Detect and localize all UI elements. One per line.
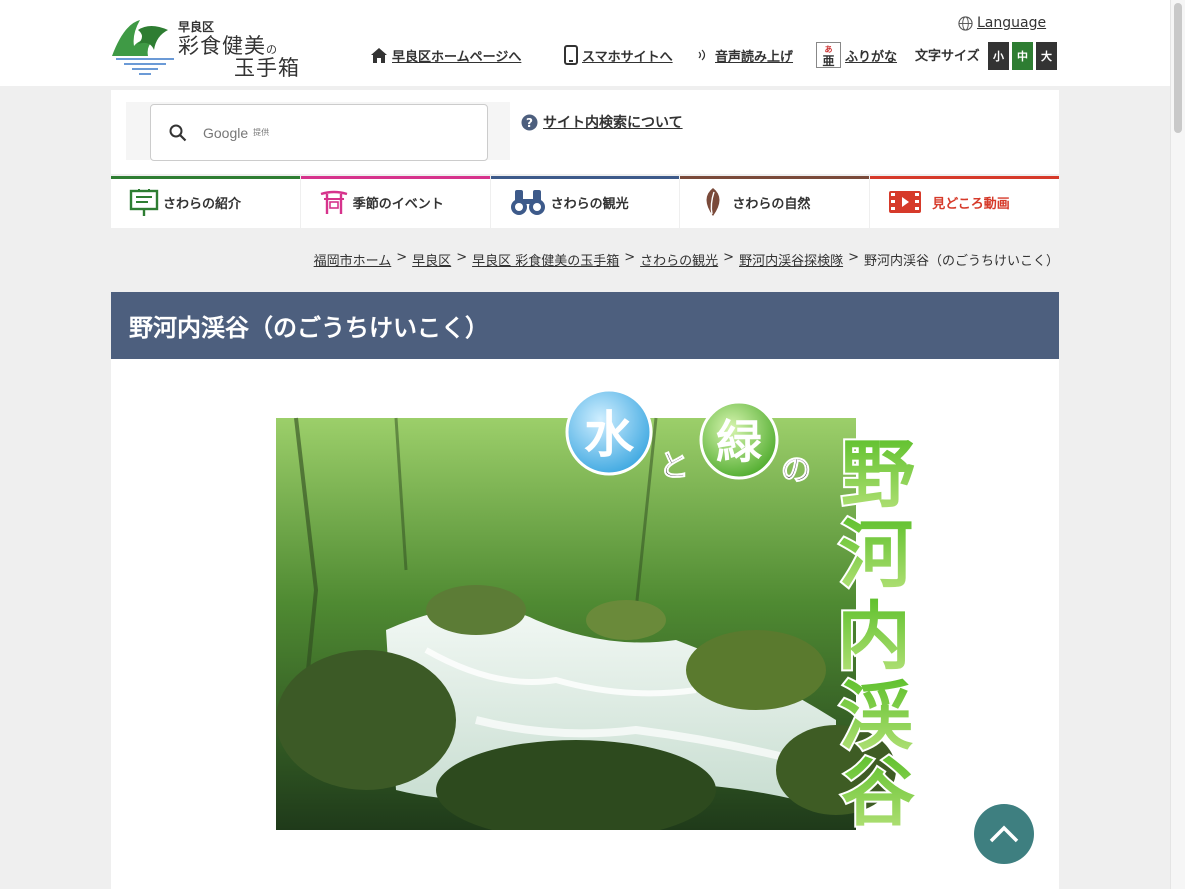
breadcrumb-item[interactable]: 野河内渓谷探検隊 bbox=[739, 250, 843, 269]
global-nav: さわらの紹介 季節のイベント さわらの観光 さわらの自然 見どころ動画 bbox=[111, 176, 1059, 228]
logo-mark-icon bbox=[112, 20, 174, 75]
hero-image: 水 と 緑 の 野 河 内 渓 谷 bbox=[276, 390, 917, 830]
nav-label: 季節のイベント bbox=[352, 196, 444, 212]
breadcrumb-current: 野河内渓谷（のごうちけいこく） bbox=[863, 254, 1059, 269]
nav-bar bbox=[680, 176, 870, 179]
nav-bar bbox=[300, 176, 490, 179]
page-top-button[interactable] bbox=[974, 804, 1034, 864]
home-icon bbox=[371, 47, 387, 63]
furigana-icon: あ 亜 bbox=[816, 42, 841, 68]
hero-name-char: 河 bbox=[839, 512, 913, 598]
breadcrumb-separator: > bbox=[723, 250, 735, 265]
search-provided: 提供 bbox=[253, 128, 270, 137]
font-size-label: 文字サイズ bbox=[915, 49, 980, 64]
search-provider: Google bbox=[203, 124, 249, 141]
signboard-icon bbox=[129, 189, 159, 216]
breadcrumb-item[interactable]: 福岡市ホーム bbox=[314, 250, 392, 269]
nav-bar bbox=[870, 176, 1059, 179]
site-logo[interactable]: 早良区 彩食健美の 玉手箱 bbox=[110, 16, 305, 80]
svg-text:あ: あ bbox=[825, 45, 833, 54]
hero-no: の bbox=[781, 453, 811, 488]
nav-seasonal-events[interactable]: 季節のイベント bbox=[300, 176, 490, 228]
read-aloud-link[interactable]: 音声読み上げ bbox=[697, 42, 793, 68]
nav-label: さわらの紹介 bbox=[163, 196, 242, 212]
breadcrumb-item[interactable]: 早良区 bbox=[412, 250, 451, 269]
search-about-link[interactable]: ? サイト内検索について bbox=[521, 112, 683, 132]
nav-label: 見どころ動画 bbox=[932, 196, 1010, 212]
hero-name-char: 内 bbox=[837, 594, 911, 680]
hero-mizu: 水 bbox=[584, 405, 635, 464]
smartphone-label: スマホサイトへ bbox=[582, 49, 673, 65]
svg-text:?: ? bbox=[526, 116, 533, 130]
nav-highlight-videos[interactable]: 見どころ動画 bbox=[870, 176, 1059, 228]
hero-midori: 緑 bbox=[716, 415, 763, 469]
help-icon: ? bbox=[521, 114, 538, 130]
breadcrumb-separator: > bbox=[396, 250, 408, 265]
breadcrumb-item[interactable]: 早良区 彩食健美の玉手箱 bbox=[472, 250, 619, 269]
hero-to: と bbox=[659, 449, 689, 484]
breadcrumb-separator: > bbox=[456, 250, 468, 265]
hero-name-char: 野 bbox=[841, 432, 915, 518]
scrollbar[interactable] bbox=[1170, 0, 1185, 889]
search-icon bbox=[169, 124, 187, 141]
nav-bar bbox=[111, 176, 300, 179]
nav-sawara-nature[interactable]: さわらの自然 bbox=[680, 176, 870, 228]
scrollbar-thumb[interactable] bbox=[1174, 3, 1182, 133]
breadcrumb-separator: > bbox=[624, 250, 636, 265]
film-icon bbox=[889, 191, 922, 213]
language-link[interactable]: Language bbox=[958, 15, 1046, 31]
furigana-link[interactable]: あ 亜 ふりがな bbox=[816, 42, 897, 68]
leaf-icon bbox=[706, 188, 720, 216]
svg-text:亜: 亜 bbox=[822, 54, 834, 68]
nav-bar bbox=[490, 176, 680, 179]
font-size-large-button[interactable]: 大 bbox=[1036, 42, 1057, 70]
breadcrumb-item[interactable]: さわらの観光 bbox=[640, 250, 718, 269]
smartphone-icon bbox=[564, 45, 578, 65]
breadcrumb-separator: > bbox=[848, 250, 859, 265]
search-input[interactable]: Google 提供 bbox=[150, 104, 488, 161]
page-title: 野河内渓谷（のごうちけいこく） bbox=[111, 292, 1059, 359]
font-size-medium-button[interactable]: 中 bbox=[1012, 42, 1033, 70]
speaker-icon bbox=[698, 49, 706, 61]
logo-title-2: 玉手箱 bbox=[234, 56, 300, 80]
nav-label: さわらの観光 bbox=[550, 196, 629, 212]
nav-sawara-intro[interactable]: さわらの紹介 bbox=[111, 176, 300, 228]
read-aloud-label: 音声読み上げ bbox=[715, 49, 794, 65]
breadcrumb: 福岡市ホーム > 早良区 > 早良区 彩食健美の玉手箱 > さわらの観光 > 野… bbox=[314, 250, 1059, 269]
home-page-label: 早良区ホームページへ bbox=[392, 49, 522, 65]
nav-label: さわらの自然 bbox=[732, 196, 811, 212]
smartphone-link[interactable]: スマホサイトへ bbox=[564, 42, 673, 68]
chevron-up-icon bbox=[989, 825, 1019, 843]
site-header: 早良区 彩食健美の 玉手箱 Language 早良区ホームページへ スマホサイト… bbox=[0, 0, 1170, 86]
nav-sawara-tourism[interactable]: さわらの観光 bbox=[490, 176, 680, 228]
torii-icon bbox=[320, 190, 348, 214]
search-about-label: サイト内検索について bbox=[543, 115, 683, 131]
furigana-label: ふりがな bbox=[845, 49, 898, 65]
globe-icon bbox=[958, 15, 973, 31]
home-page-link[interactable]: 早良区ホームページへ bbox=[370, 42, 521, 68]
search-section: Google 提供 ? サイト内検索について bbox=[111, 90, 1059, 174]
hero-name-char: 谷 bbox=[841, 750, 915, 830]
binoculars-icon bbox=[510, 190, 545, 215]
hero-name-char: 渓 bbox=[839, 674, 913, 760]
language-label: Language bbox=[977, 15, 1047, 31]
font-size-small-button[interactable]: 小 bbox=[988, 42, 1009, 70]
